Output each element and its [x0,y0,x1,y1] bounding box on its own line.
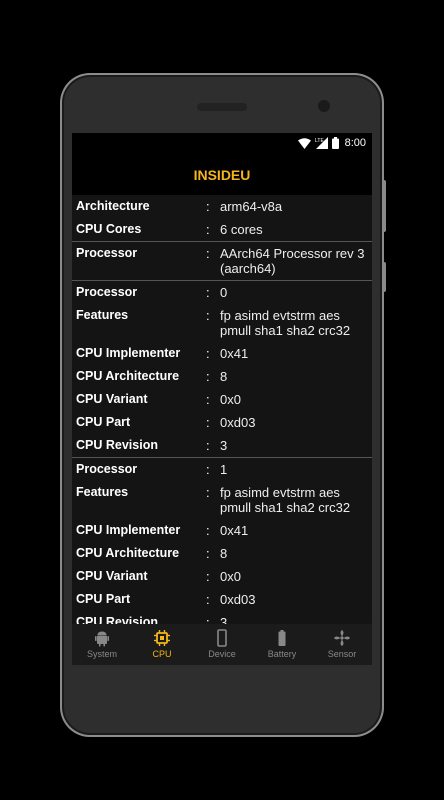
svg-text:LTE: LTE [315,138,324,144]
nav-item-sensor[interactable]: Sensor [312,624,372,665]
info-row: Architecture: arm64-v8a [72,195,372,218]
info-value: 0 [220,285,228,300]
bottom-navigation: System CPU Device Battery Sensor [72,624,372,665]
nav-label: Battery [267,649,297,659]
front-camera [318,100,330,112]
info-separator: : [206,592,210,607]
fan-sensor-icon [334,630,350,646]
nav-label: Device [208,649,236,659]
info-separator: : [206,569,210,584]
info-value: 3 [220,438,228,453]
info-group: Processor:0 Features: fp asimd evtstrm aes… [72,281,372,458]
battery-status-icon [331,137,339,149]
info-group: Processor:1 Features: fp asimd evtstrm aes… [72,458,372,634]
status-bar: LTE 8:00 [72,133,372,155]
info-separator: : [206,438,210,453]
info-key: CPU Variant [76,569,148,583]
info-row: Features: fp asimd evtstrm aes pmull sha1… [72,481,372,519]
speaker-grille [197,103,247,111]
info-key: CPU Cores [76,222,142,236]
nav-item-cpu[interactable]: CPU [132,624,192,665]
info-separator: : [206,246,210,261]
info-key: CPU Revision [76,438,158,452]
info-value: fp asimd evtstrm aes pmull sha1 sha2 crc… [220,308,351,338]
info-key: Features [76,308,129,322]
battery-icon [278,630,286,646]
info-key: Architecture [76,199,150,213]
status-time: 8:00 [344,137,366,149]
info-separator: : [206,462,210,477]
info-key: CPU Variant [76,392,148,406]
info-value: 0x41 [220,346,249,361]
info-value: 8 [220,546,228,561]
info-separator: : [206,523,210,538]
info-value: AArch64 Processor rev 3 (aarch64) [220,246,365,276]
info-row: CPU Implementer:0x41 [72,519,372,542]
cpu-chip-icon [154,630,170,646]
info-value: fp asimd evtstrm aes pmull sha1 sha2 crc… [220,485,351,515]
info-row: CPU Part:0xd03 [72,411,372,434]
info-row: Features: fp asimd evtstrm aes pmull sha1… [72,304,372,342]
info-separator: : [206,392,210,407]
app-title: INSIDEU [193,167,251,183]
info-key: CPU Part [76,415,131,429]
info-separator: : [206,222,210,237]
info-row: CPU Part:0xd03 [72,588,372,611]
power-button [382,262,386,292]
info-group: Architecture: arm64-v8a CPU Cores:6 cores [72,195,372,242]
info-key: Features [76,485,129,499]
info-value: 0x0 [220,392,241,407]
nav-label: Sensor [327,649,357,659]
info-key: CPU Architecture [76,369,180,383]
wifi-icon [297,137,311,149]
android-icon [95,631,109,647]
info-row: CPU Revision:3 [72,434,372,457]
info-separator: : [206,369,210,384]
info-value: arm64-v8a [220,199,283,214]
cpu-info-list[interactable]: Architecture: arm64-v8a CPU Cores:6 cores P… [72,195,372,630]
info-row: CPU Architecture:8 [72,542,372,565]
nav-item-device[interactable]: Device [192,624,252,665]
info-separator: : [206,308,210,323]
info-key: CPU Part [76,592,131,606]
info-value: 8 [220,369,228,384]
phone-icon [217,629,227,647]
info-key: CPU Implementer [76,346,181,360]
info-key: CPU Architecture [76,546,180,560]
info-value: 6 cores [220,222,263,237]
info-separator: : [206,485,210,500]
info-separator: : [206,285,210,300]
info-row: Processor:1 [72,458,372,481]
app-bar: INSIDEU [72,155,372,195]
info-separator: : [206,199,210,214]
info-separator: : [206,346,210,361]
info-row: CPU Architecture:8 [72,365,372,388]
nav-label: CPU [152,649,172,659]
info-key: CPU Implementer [76,523,181,537]
info-separator: : [206,546,210,561]
lte-signal-icon: LTE [315,137,328,149]
nav-item-system[interactable]: System [72,624,132,665]
screen: LTE 8:00 INSIDEU Architecture: arm64-v8a C… [72,133,372,665]
info-value: 0x0 [220,569,241,584]
volume-button [382,180,386,232]
info-separator: : [206,415,210,430]
info-key: Processor [76,462,138,476]
info-value: 1 [220,462,228,477]
info-row: Processor: AArch64 Processor rev 3 (aarch… [72,242,372,280]
info-group: Processor: AArch64 Processor rev 3 (aarch… [72,242,372,281]
info-value: 0xd03 [220,415,256,430]
nav-label: System [86,649,117,659]
info-row: CPU Cores:6 cores [72,218,372,241]
info-row: CPU Variant:0x0 [72,388,372,411]
info-value: 0x41 [220,523,249,538]
info-value: 0xd03 [220,592,256,607]
info-key: Processor [76,285,138,299]
info-row: CPU Variant:0x0 [72,565,372,588]
info-row: CPU Implementer:0x41 [72,342,372,365]
info-row: Processor:0 [72,281,372,304]
nav-item-battery[interactable]: Battery [252,624,312,665]
info-key: Processor [76,246,138,260]
